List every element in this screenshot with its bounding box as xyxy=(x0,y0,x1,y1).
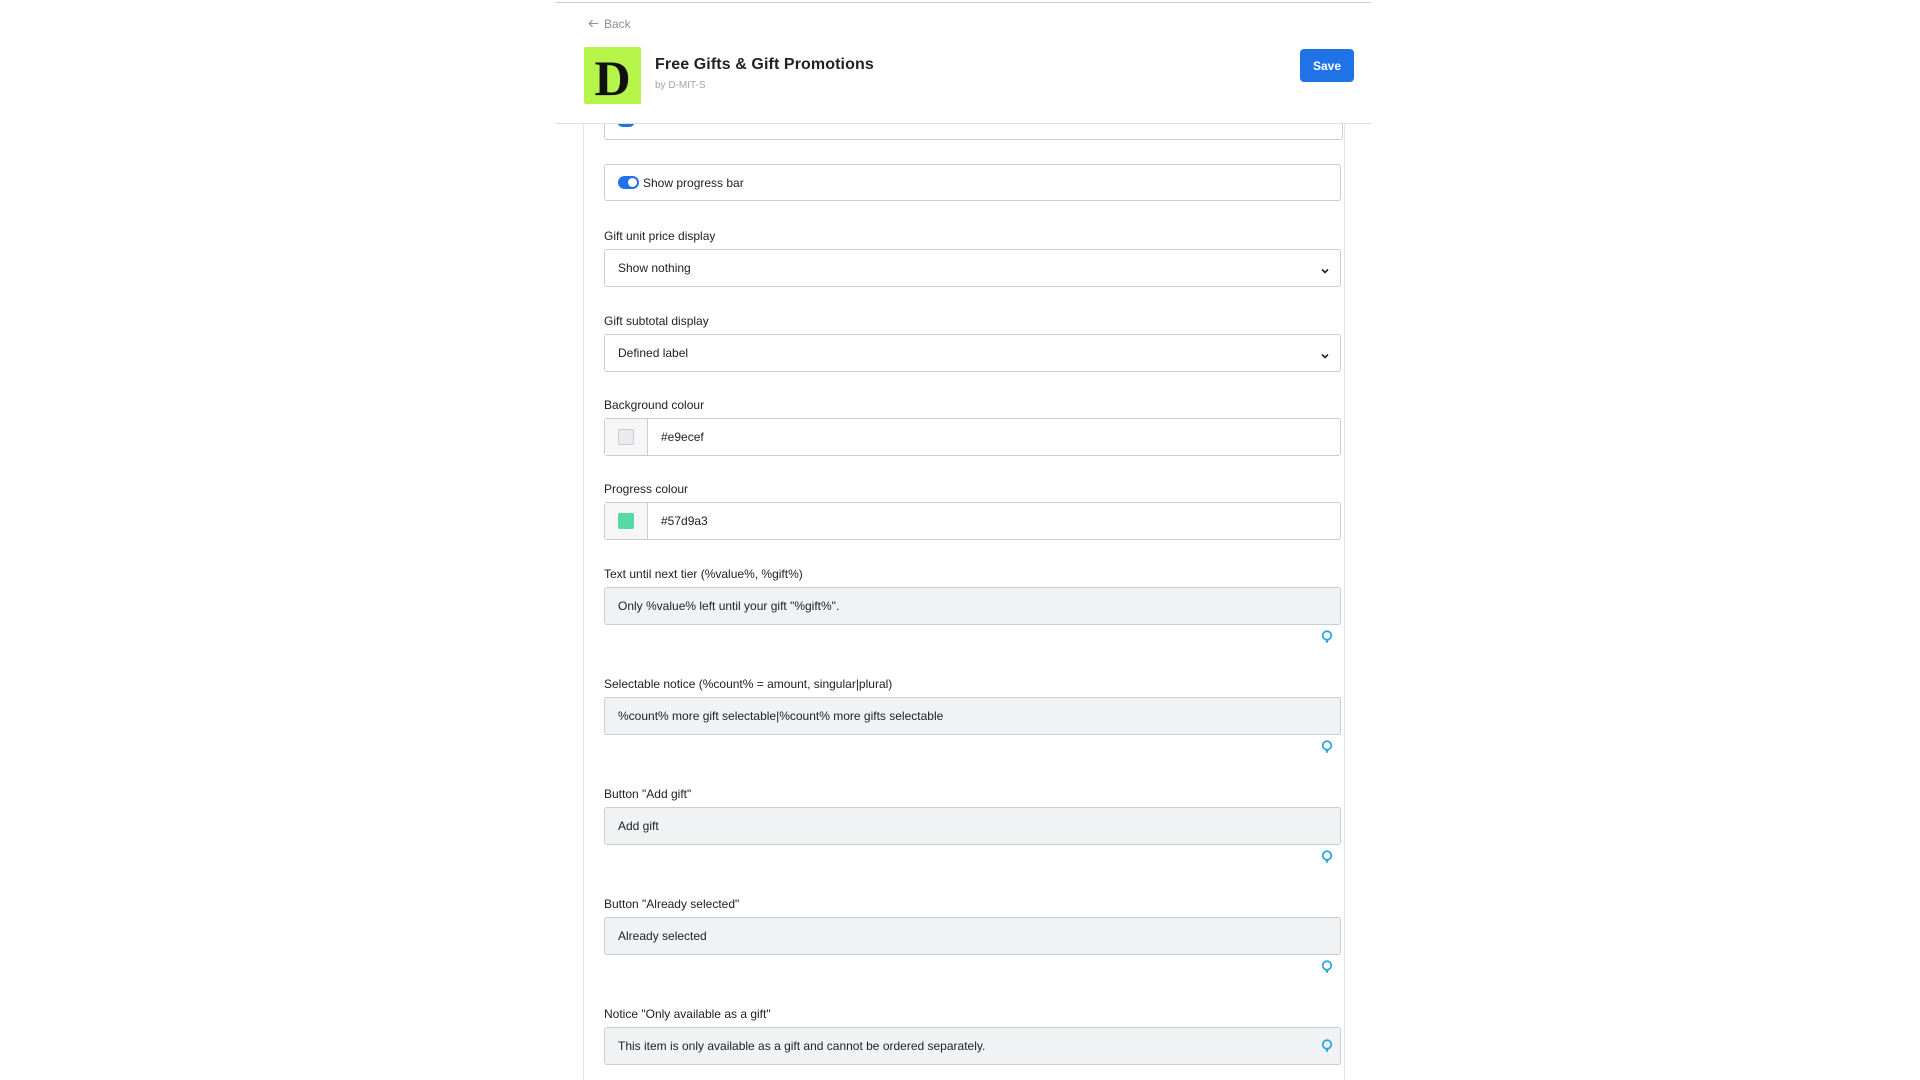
app-developer: by D-MIT-S xyxy=(655,80,706,91)
already-selected-input[interactable]: Already selected xyxy=(604,917,1341,955)
back-label: Back xyxy=(604,17,631,31)
progress-bar-toggle-label: Show progress bar xyxy=(643,175,744,190)
add-gift-input[interactable]: Add gift xyxy=(604,807,1341,845)
add-gift-label: Button "Add gift" xyxy=(604,787,692,801)
next-tier-text-input[interactable]: Only %value% left until your gift "%gift… xyxy=(604,587,1341,625)
chevron-down-icon xyxy=(1320,349,1330,359)
selectable-notice-input[interactable]: %count% more gift selectable|%count% mor… xyxy=(604,697,1341,735)
settings-panel: Show progress bar Gift unit price displa… xyxy=(583,123,1345,1080)
logo-letter: D xyxy=(594,50,630,104)
only-gift-notice-label: Notice "Only available as a gift" xyxy=(604,1007,771,1021)
previous-toggle-field xyxy=(604,123,1343,140)
translate-pin-icon[interactable] xyxy=(1321,1039,1333,1053)
progress-bar-toggle[interactable] xyxy=(618,176,639,189)
app-shell: Back D Free Gifts & Gift Promotions by D… xyxy=(555,0,1371,1080)
progress-bar-toggle-field: Show progress bar xyxy=(604,164,1341,201)
chevron-down-icon xyxy=(1320,264,1330,274)
selectable-notice-label: Selectable notice (%count% = amount, sin… xyxy=(604,677,893,691)
already-selected-label: Button "Already selected" xyxy=(604,897,740,911)
subtotal-select[interactable]: Defined label xyxy=(604,334,1341,372)
unit-price-label: Gift unit price display xyxy=(604,229,716,243)
background-colour-input[interactable]: #e9ecef xyxy=(648,419,1340,455)
unit-price-value: Show nothing xyxy=(618,261,691,275)
progress-colour-input[interactable]: #57d9a3 xyxy=(648,503,1340,539)
back-link[interactable]: Back xyxy=(588,17,631,31)
background-colour-label: Background colour xyxy=(604,398,705,412)
progress-colour-label: Progress colour xyxy=(604,482,689,496)
background-colour-field: #e9ecef xyxy=(604,418,1341,456)
subtotal-label: Gift subtotal display xyxy=(604,314,709,328)
progress-colour-picker[interactable] xyxy=(605,503,648,539)
background-colour-picker[interactable] xyxy=(605,419,648,455)
subtotal-value: Defined label xyxy=(618,346,689,360)
app-header: Back D Free Gifts & Gift Promotions by D… xyxy=(555,3,1371,124)
background-colour-swatch xyxy=(618,429,634,445)
next-tier-text-label: Text until next tier (%value%, %gift%) xyxy=(604,567,803,581)
app-logo: D xyxy=(584,47,641,104)
progress-colour-swatch xyxy=(618,513,634,529)
only-gift-notice-input[interactable]: This item is only available as a gift an… xyxy=(604,1027,1341,1065)
translate-pin-icon[interactable] xyxy=(1321,850,1333,864)
translate-pin-icon[interactable] xyxy=(1321,630,1333,644)
progress-colour-field: #57d9a3 xyxy=(604,502,1341,540)
arrow-left-icon xyxy=(588,17,599,31)
save-button[interactable]: Save xyxy=(1300,49,1354,82)
translate-pin-icon[interactable] xyxy=(1321,960,1333,974)
unit-price-select[interactable]: Show nothing xyxy=(604,249,1341,287)
translate-pin-icon[interactable] xyxy=(1321,740,1333,754)
app-title: Free Gifts & Gift Promotions xyxy=(655,56,874,73)
